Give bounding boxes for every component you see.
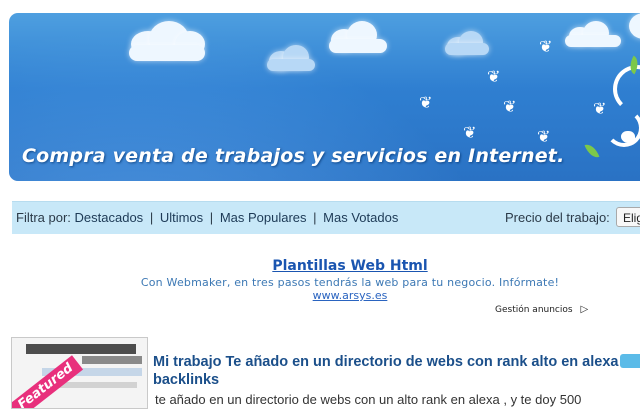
- butterfly-icon: ❦: [487, 67, 501, 86]
- butterfly-icon: ❦: [503, 97, 517, 116]
- filter-separator: |: [313, 210, 317, 225]
- filter-separator: |: [149, 210, 154, 225]
- filter-options: Filtra por: Destacados | Ultimos | Mas P…: [16, 210, 398, 225]
- filter-link-mas-populares[interactable]: Mas Populares: [220, 210, 307, 225]
- price-filter-label: Precio del trabajo:: [505, 210, 610, 225]
- butterfly-icon: ❦: [539, 37, 553, 56]
- butterfly-icon: ❦: [593, 99, 607, 118]
- price-select[interactable]: Elig: [616, 207, 640, 227]
- butterfly-icon: ❦: [463, 123, 477, 142]
- ad-block: Plantillas Web Html Con Webmaker, en tre…: [120, 258, 580, 302]
- ad-manage-link[interactable]: Gestión anuncios ▷: [495, 304, 588, 315]
- site-banner: ❦ ❦ ❦ ❦ ❦ ❦ ❦ Compra venta de trabajos y…: [9, 13, 640, 181]
- play-arrow-icon: ▷: [580, 304, 589, 315]
- filter-bar: Filtra por: Destacados | Ultimos | Mas P…: [12, 201, 640, 234]
- ad-text: Con Webmaker, en tres pasos tendrás la w…: [140, 276, 560, 289]
- listing-action-button[interactable]: [620, 354, 640, 368]
- filter-link-ultimos[interactable]: Ultimos: [160, 210, 203, 225]
- butterfly-icon: ❦: [419, 93, 433, 112]
- bird-icon: [621, 131, 635, 143]
- butterfly-icon: ❦: [537, 127, 551, 146]
- ad-url-link[interactable]: www.arsys.es: [120, 289, 580, 302]
- listing-thumbnail[interactable]: Featured: [11, 337, 148, 409]
- ad-manage-label: Gestión anuncios: [495, 305, 573, 315]
- listing-title-link[interactable]: Mi trabajo Te añado en un directorio de …: [153, 353, 640, 389]
- filter-prefix: Filtra por:: [16, 210, 71, 225]
- filter-link-destacados[interactable]: Destacados: [75, 210, 144, 225]
- filter-separator: |: [209, 210, 214, 225]
- swirl-decoration: [613, 65, 640, 113]
- ad-title-link[interactable]: Plantillas Web Html: [120, 258, 580, 274]
- banner-title: Compra venta de trabajos y servicios en …: [22, 145, 565, 167]
- filter-link-mas-votados[interactable]: Mas Votados: [323, 210, 398, 225]
